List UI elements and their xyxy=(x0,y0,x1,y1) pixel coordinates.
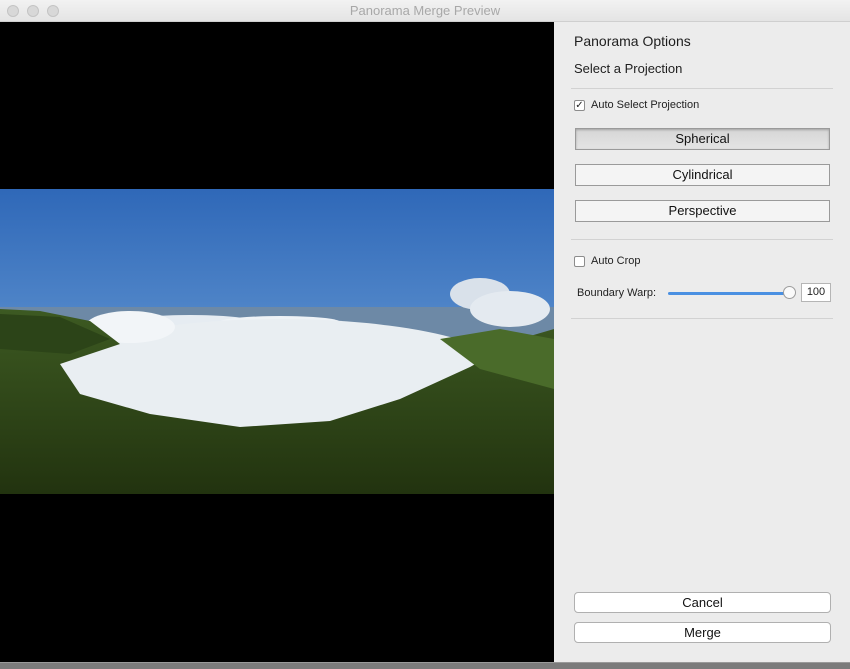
projection-subheading: Select a Projection xyxy=(574,61,683,76)
boundary-warp-value-field[interactable]: 100 xyxy=(801,283,831,302)
boundary-warp-label: Boundary Warp: xyxy=(577,287,657,299)
options-panel: Panorama Options Select a Projection ✓ A… xyxy=(554,22,850,662)
divider xyxy=(571,318,833,319)
panorama-preview-image xyxy=(0,189,554,494)
auto-crop-label: Auto Crop xyxy=(591,255,641,267)
auto-select-projection-checkbox[interactable]: ✓ xyxy=(574,100,585,111)
auto-crop-checkbox[interactable] xyxy=(574,256,585,267)
divider xyxy=(571,239,833,240)
window-title: Panorama Merge Preview xyxy=(349,3,501,18)
merge-button[interactable]: Merge xyxy=(574,622,831,643)
title-bar: Panorama Merge Preview xyxy=(0,0,850,22)
auto-select-projection-label: Auto Select Projection xyxy=(591,99,700,111)
boundary-warp-slider-thumb[interactable] xyxy=(783,286,796,299)
preview-area xyxy=(0,22,554,662)
spherical-button[interactable]: Spherical xyxy=(575,128,830,150)
window: Panorama Merge Preview Panorama Options … xyxy=(0,0,850,669)
cylindrical-button[interactable]: Cylindrical xyxy=(575,164,830,186)
bottom-strip xyxy=(0,662,850,669)
panel-heading: Panorama Options xyxy=(574,33,691,49)
boundary-warp-slider-track[interactable] xyxy=(668,292,792,295)
perspective-button[interactable]: Perspective xyxy=(575,200,830,222)
divider xyxy=(571,88,833,89)
cancel-button[interactable]: Cancel xyxy=(574,592,831,613)
